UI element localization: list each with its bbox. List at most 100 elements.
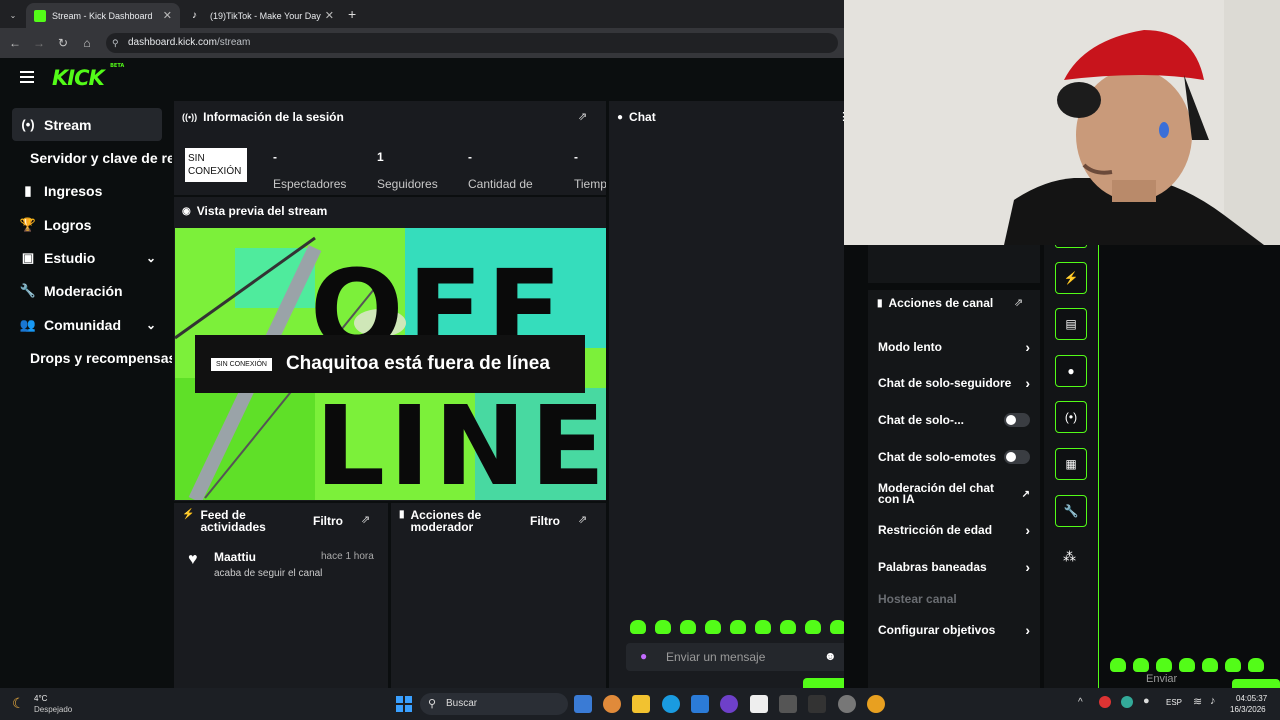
sidebar-item-server-key[interactable]: Servidor y clave de re: [30, 141, 172, 174]
emote-icon[interactable]: [730, 620, 746, 634]
notion-icon[interactable]: [750, 695, 768, 713]
bolt-icon[interactable]: ⚡: [1055, 262, 1087, 294]
kick-favicon: [34, 9, 46, 22]
nodes-icon[interactable]: ⁂: [1063, 549, 1076, 565]
sidebar-item-stream[interactable]: (•) Stream: [12, 108, 162, 141]
sidebar-item-ingresos[interactable]: ▮ Ingresos: [12, 174, 162, 207]
emote-icon[interactable]: [780, 620, 796, 634]
volume-icon[interactable]: ♪: [1210, 695, 1216, 707]
close-icon[interactable]: ✕: [163, 9, 172, 22]
emote-icon[interactable]: [1133, 658, 1149, 672]
sidebar-item-moderacion[interactable]: 🔧 Moderación: [12, 274, 162, 307]
chat-bubble-icon[interactable]: ●: [1055, 355, 1087, 387]
popout-icon[interactable]: ⇗: [1014, 296, 1023, 309]
emote-icon[interactable]: [1179, 658, 1195, 672]
tab-tiktok[interactable]: ♪ (19)TikTok - Make Your Day ✕: [184, 3, 342, 28]
back-icon[interactable]: ←: [3, 36, 27, 50]
popout-icon[interactable]: ⇗: [578, 513, 587, 526]
chat-input[interactable]: ● Enviar un mensaje ☻: [626, 643, 848, 671]
sidebar-item-estudio[interactable]: ▣ Estudio ⌄: [12, 241, 162, 274]
language-indicator[interactable]: ESP: [1166, 698, 1182, 707]
emote-icon[interactable]: [630, 620, 646, 634]
wrench-icon[interactable]: 🔧: [1055, 495, 1087, 527]
reload-icon[interactable]: ↻: [51, 36, 75, 50]
mic-icon[interactable]: ●: [640, 649, 647, 663]
sidebar-item-comunidad[interactable]: 👥 Comunidad ⌄: [12, 308, 162, 341]
tiktok-favicon: ♪: [192, 9, 197, 21]
taskbar-search[interactable]: ⚲ Buscar: [420, 693, 568, 715]
banned-words-button[interactable]: Palabras baneadas ›: [870, 552, 1038, 582]
app-icon[interactable]: [779, 695, 797, 713]
emote-icon[interactable]: [680, 620, 696, 634]
vscode-icon[interactable]: [691, 695, 709, 713]
chrome-icon[interactable]: [867, 695, 885, 713]
wifi-icon[interactable]: ≋: [1193, 695, 1202, 708]
ai-moderation-button[interactable]: Moderación del chat con IA ↗: [870, 479, 1038, 509]
popout-icon[interactable]: ⇗: [578, 110, 587, 123]
emote-icon[interactable]: [1156, 658, 1172, 672]
layout-icon[interactable]: ▦: [1055, 448, 1087, 480]
close-icon[interactable]: ✕: [325, 9, 334, 22]
emoji-icon[interactable]: ☻: [824, 649, 837, 663]
emotes-only-toggle[interactable]: [1004, 450, 1030, 464]
quick-action-partial[interactable]: [1055, 245, 1087, 248]
emote-icon[interactable]: [1225, 658, 1241, 672]
chat-placeholder: Enviar un mensaje: [666, 650, 766, 664]
second-send-button[interactable]: [1232, 679, 1280, 688]
emote-icon[interactable]: [705, 620, 721, 634]
shield-icon: ▮: [399, 509, 405, 520]
url-path: /stream: [216, 37, 251, 48]
edge-icon[interactable]: [662, 695, 680, 713]
second-send-label[interactable]: Enviar: [1146, 673, 1177, 685]
emote-icon[interactable]: [655, 620, 671, 634]
clock-date[interactable]: 16/3/2026: [1230, 705, 1266, 714]
slow-mode-button[interactable]: Modo lento ›: [870, 332, 1038, 362]
file-explorer-icon[interactable]: [632, 695, 650, 713]
widgets-icon[interactable]: [574, 695, 592, 713]
tray-app-icon[interactable]: [1121, 696, 1133, 708]
obs-icon[interactable]: [838, 695, 856, 713]
popout-icon[interactable]: ⇗: [361, 513, 370, 526]
windows-start-icon[interactable]: [396, 696, 412, 712]
send-button[interactable]: [803, 678, 849, 688]
menu-icon[interactable]: [20, 71, 34, 83]
feed-time: hace 1 hora: [321, 551, 374, 562]
github-icon[interactable]: [720, 695, 738, 713]
sidebar-item-drops[interactable]: Drops y recompensas: [30, 341, 172, 374]
host-channel-button[interactable]: Hostear canal: [870, 584, 1038, 614]
stat-label-viewers: Espectadores: [273, 177, 347, 191]
mic-icon[interactable]: ●: [1143, 695, 1150, 707]
address-bar-row: ← → ↻ ⌂ ⚲ dashboard.kick.com/stream: [0, 28, 844, 58]
tab-title: (19)TikTok - Make Your Day: [210, 10, 321, 21]
emote-icon[interactable]: [755, 620, 771, 634]
copilot-icon[interactable]: [603, 695, 621, 713]
weather-temp[interactable]: 4°C: [34, 694, 47, 703]
mod-filter-button[interactable]: Filtro: [530, 514, 560, 528]
broadcast-icon[interactable]: (•): [1055, 401, 1087, 433]
second-window-top-panel: [868, 245, 1040, 283]
url-field[interactable]: ⚲ dashboard.kick.com/stream: [106, 33, 838, 53]
configure-goals-button[interactable]: Configurar objetivos ›: [870, 615, 1038, 645]
kick-logo[interactable]: KICK BETA: [52, 63, 124, 90]
new-tab-icon[interactable]: +: [348, 6, 356, 22]
tray-app-icon[interactable]: [1099, 696, 1111, 708]
tab-search-button[interactable]: ⌄: [4, 3, 22, 28]
home-icon[interactable]: ⌂: [75, 36, 99, 50]
forward-icon[interactable]: →: [27, 36, 51, 50]
emote-icon[interactable]: [1248, 658, 1264, 672]
followers-only-button[interactable]: Chat de solo-seguidores ›: [870, 368, 1038, 398]
clock-time[interactable]: 04:05:37: [1236, 694, 1267, 703]
document-icon[interactable]: ▤: [1055, 308, 1087, 340]
feed-user[interactable]: Maattiu: [214, 550, 256, 564]
subscribers-only-toggle[interactable]: [1004, 413, 1030, 427]
feed-filter-button[interactable]: Filtro: [313, 514, 343, 528]
emote-icon[interactable]: [805, 620, 821, 634]
emote-icon[interactable]: [1202, 658, 1218, 672]
site-info-icon[interactable]: ⚲: [112, 33, 119, 53]
tab-kick-dashboard[interactable]: Stream - Kick Dashboard ✕: [26, 3, 180, 28]
chevron-up-icon[interactable]: ^: [1078, 697, 1083, 708]
emote-icon[interactable]: [1110, 658, 1126, 672]
sidebar-item-logros[interactable]: 🏆 Logros: [12, 208, 162, 241]
age-restriction-button[interactable]: Restricción de edad ›: [870, 515, 1038, 545]
terminal-icon[interactable]: [808, 695, 826, 713]
